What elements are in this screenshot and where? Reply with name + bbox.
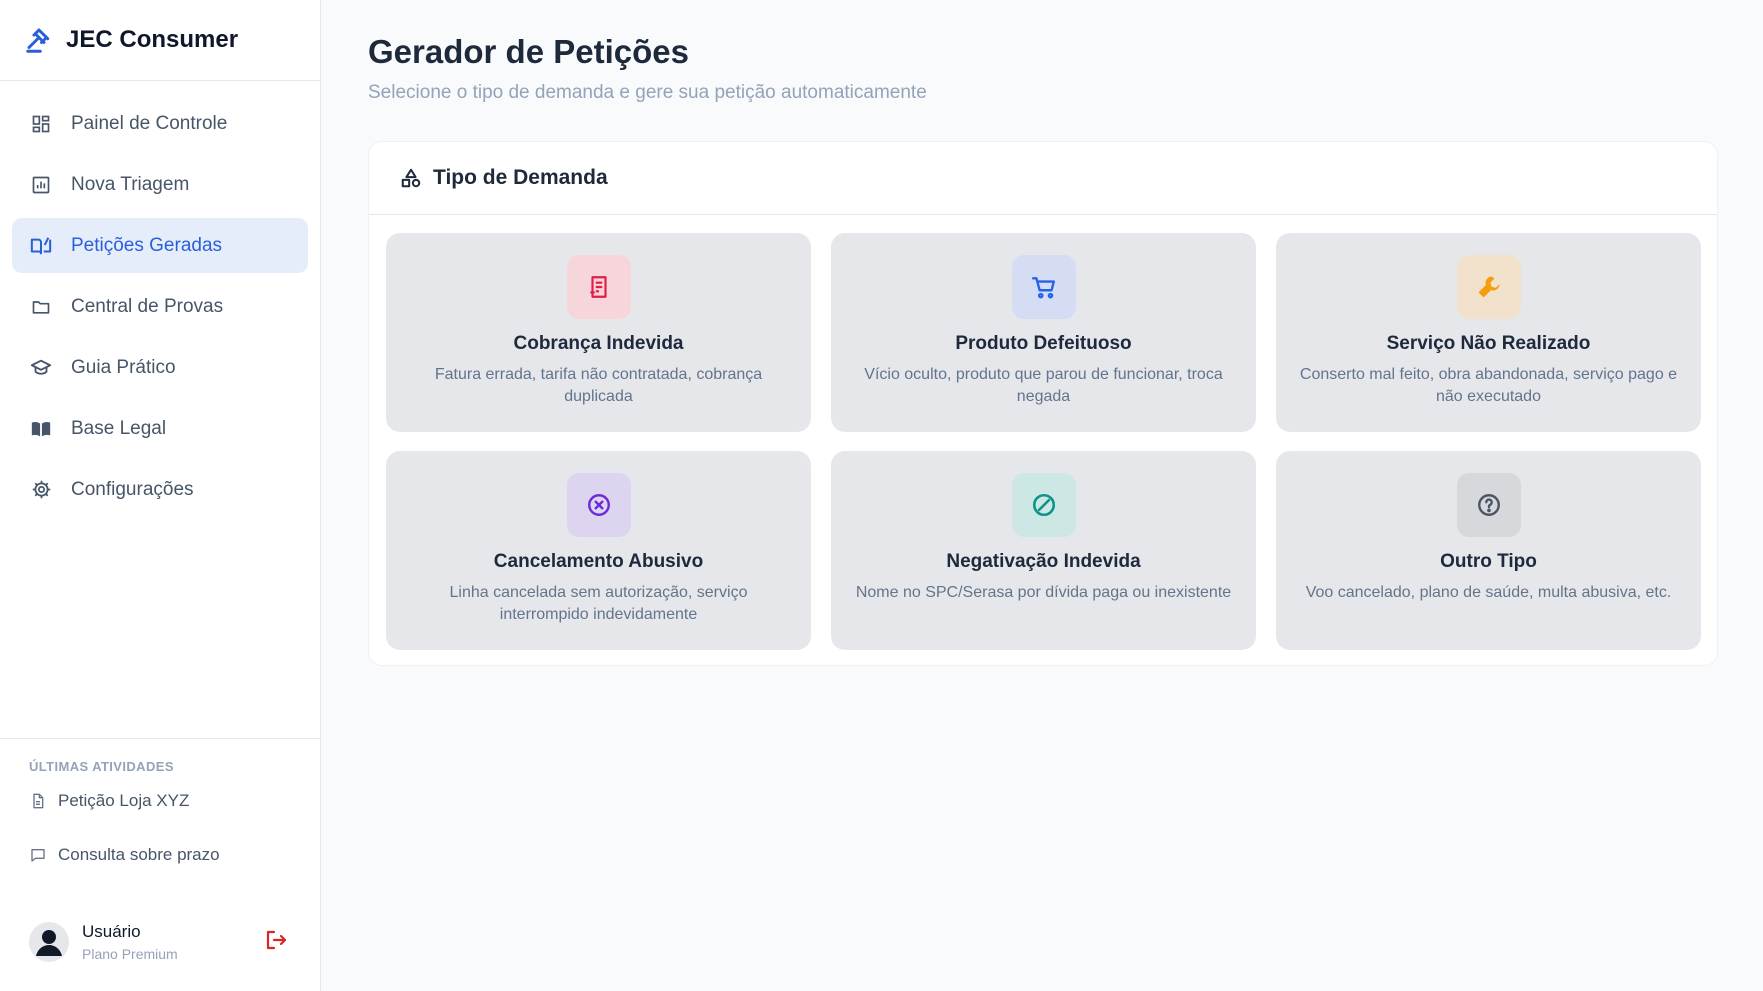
card-description: Conserto mal feito, obra abandonada, ser… <box>1299 366 1678 405</box>
receipt-icon <box>566 255 631 319</box>
page-subtitle: Selecione o tipo de demanda e gere sua p… <box>368 82 927 103</box>
sidebar-item-label: Central de Provas <box>71 295 224 317</box>
sidebar-item-peticoes-geradas[interactable]: Petições Geradas <box>12 218 308 273</box>
user-plan: Plano Premium <box>82 946 178 962</box>
sidebar-item-label: Petições Geradas <box>71 234 223 256</box>
document-icon <box>29 792 47 810</box>
card-title: Cobrança Indevida <box>513 333 684 354</box>
recent-item-consulta-sobre-prazo[interactable]: Consulta sobre prazo <box>0 828 320 882</box>
sidebar-item-central-de-provas[interactable]: Central de Provas <box>12 279 308 334</box>
logout-button[interactable] <box>262 928 290 956</box>
sidebar-item-label: Painel de Controle <box>71 112 228 134</box>
sidebar-item-configuracoes[interactable]: Configurações <box>12 462 308 517</box>
sidebar-item-painel-de-controle[interactable]: Painel de Controle <box>12 96 308 151</box>
recent-item-label: Petição Loja XYZ <box>58 791 190 810</box>
sidebar-item-base-legal[interactable]: Base Legal <box>12 401 308 456</box>
card-description: Linha cancelada sem autorização, serviço… <box>449 584 748 623</box>
folder-icon <box>29 295 53 319</box>
recent-activities: ÚLTIMAS ATIVIDADES Petição Loja XYZ Cons… <box>0 738 320 882</box>
sidebar-item-label: Configurações <box>71 478 194 500</box>
x-circle-icon <box>566 473 631 537</box>
card-description: Fatura errada, tarifa não contratada, co… <box>434 366 763 405</box>
sidebar-item-label: Guia Prático <box>71 356 176 378</box>
sidebar-item-guia-pratico[interactable]: Guia Prático <box>12 340 308 395</box>
gavel-icon <box>23 24 55 56</box>
dashboard-icon <box>29 112 53 136</box>
ban-icon <box>1011 473 1076 537</box>
demand-card-negativacao-indevida[interactable]: Negativação Indevida Nome no SPC/Serasa … <box>831 451 1256 650</box>
card-title: Outro Tipo <box>1440 551 1537 572</box>
card-title: Produto Defeituoso <box>955 333 1132 354</box>
gear-icon <box>29 478 53 502</box>
card-title: Cancelamento Abusivo <box>493 551 704 572</box>
card-description: Voo cancelado, plano de saúde, multa abu… <box>1305 584 1672 601</box>
chart-icon <box>29 173 53 197</box>
open-book-icon <box>29 417 53 441</box>
wrench-icon <box>1456 255 1521 319</box>
page-title: Gerador de Petições <box>368 33 689 70</box>
sidebar-nav: Painel de Controle Nova Triagem Petições… <box>0 81 320 517</box>
demand-card-produto-defeituoso[interactable]: Produto Defeituoso Vício oculto, produto… <box>831 233 1256 432</box>
sidebar: JEC Consumer Painel de Controle Nova Tri… <box>0 0 321 991</box>
recent-activities-title: ÚLTIMAS ATIVIDADES <box>29 759 174 774</box>
logout-icon <box>264 928 288 957</box>
brand[interactable]: JEC Consumer <box>0 0 320 81</box>
recent-item-label: Consulta sobre prazo <box>58 845 220 864</box>
graduation-cap-icon <box>29 356 53 380</box>
demand-type-grid: Cobrança Indevida Fatura errada, tarifa … <box>386 233 1702 650</box>
recent-item-peticao-loja-xyz[interactable]: Petição Loja XYZ <box>0 774 320 828</box>
demand-card-cancelamento-abusivo[interactable]: Cancelamento Abusivo Linha cancelada sem… <box>386 451 811 650</box>
user-name: Usuário <box>82 922 141 941</box>
sidebar-item-nova-triagem[interactable]: Nova Triagem <box>12 157 308 212</box>
sidebar-item-label: Base Legal <box>71 417 167 439</box>
avatar[interactable] <box>29 922 69 962</box>
question-circle-icon <box>1456 473 1521 537</box>
panel-title: Tipo de Demanda <box>433 166 608 189</box>
sidebar-item-label: Nova Triagem <box>71 173 190 195</box>
demand-type-panel: Tipo de Demanda Cobrança Indevida Fatura… <box>368 141 1718 666</box>
card-description: Vício oculto, produto que parou de funci… <box>864 366 1223 405</box>
book-edit-icon <box>29 234 53 258</box>
card-title: Serviço Não Realizado <box>1386 333 1591 354</box>
panel-header: Tipo de Demanda <box>369 142 1717 215</box>
app-name: JEC Consumer <box>66 26 239 53</box>
main-content: Gerador de Petições Selecione o tipo de … <box>322 0 1763 991</box>
card-title: Negativação Indevida <box>946 551 1141 572</box>
demand-card-outro-tipo[interactable]: Outro Tipo Voo cancelado, plano de saúde… <box>1276 451 1701 650</box>
user-profile: Usuário Plano Premium <box>0 912 320 972</box>
chat-icon <box>29 846 47 864</box>
shapes-icon <box>399 166 423 190</box>
demand-card-cobranca-indevida[interactable]: Cobrança Indevida Fatura errada, tarifa … <box>386 233 811 432</box>
demand-card-servico-nao-realizado[interactable]: Serviço Não Realizado Conserto mal feito… <box>1276 233 1701 432</box>
cart-icon <box>1011 255 1076 319</box>
user-info: Usuário Plano Premium <box>82 922 262 962</box>
card-description: Nome no SPC/Serasa por dívida paga ou in… <box>855 584 1232 601</box>
